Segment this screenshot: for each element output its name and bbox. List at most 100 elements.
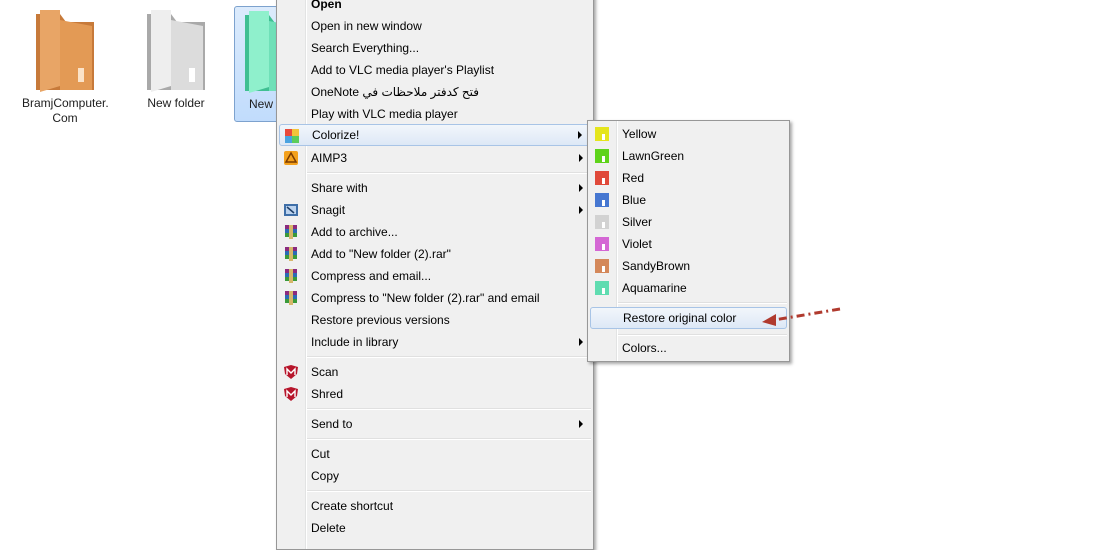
menu-item-compress-email[interactable]: Compress and email... — [279, 265, 591, 287]
menu-item-label: Silver — [622, 215, 653, 229]
menu-item-label: Cut — [311, 447, 330, 461]
menu-item-label: Open — [311, 0, 342, 11]
mcafee-icon — [284, 365, 298, 379]
submenu-arrow-icon — [579, 206, 583, 214]
menu-item-onenote[interactable]: OneNote فتح كدفتر ملاحظات في — [279, 81, 591, 103]
menu-item-copy[interactable]: Copy — [279, 465, 591, 487]
color-option-sandybrown[interactable]: SandyBrown — [590, 255, 787, 277]
menu-item-label: Search Everything... — [311, 41, 420, 55]
menu-item-aimp3[interactable]: AIMP3 — [279, 147, 591, 169]
menu-item-compress-rar-email[interactable]: Compress to "New folder (2).rar" and ema… — [279, 287, 591, 309]
folder-icon — [147, 10, 205, 92]
menu-item-label: Scan — [311, 365, 339, 379]
menu-item-label: OneNote فتح كدفتر ملاحظات في — [311, 85, 480, 99]
menu-item-label: Delete — [311, 521, 346, 535]
menu-item-play-vlc[interactable]: Play with VLC media player — [279, 103, 591, 125]
folder-color-icon — [595, 259, 609, 273]
menu-item-add-rar[interactable]: Add to "New folder (2).rar" — [279, 243, 591, 265]
folder-color-icon — [595, 237, 609, 251]
menu-item-label: Blue — [622, 193, 647, 207]
color-option-violet[interactable]: Violet — [590, 233, 787, 255]
desktop-item-label: BramjComputer. Com — [22, 96, 109, 125]
color-option-yellow[interactable]: Yellow — [590, 123, 787, 145]
winrar-icon — [285, 291, 297, 305]
menu-item-label: Add to "New folder (2).rar" — [311, 247, 451, 261]
menu-item-label: Include in library — [311, 335, 399, 349]
submenu-arrow-icon — [578, 131, 582, 139]
menu-item-label: Colors... — [622, 341, 667, 355]
colorize-icon — [285, 129, 299, 143]
menu-item-label: Compress to "New folder (2).rar" and ema… — [311, 291, 540, 305]
desktop-folder-new-folder[interactable]: New folder — [133, 6, 219, 122]
menu-item-label: Open in new window — [311, 19, 422, 33]
menu-separator — [307, 408, 591, 410]
menu-item-label: Yellow — [622, 127, 657, 141]
winrar-icon — [285, 225, 297, 239]
folder-color-icon — [595, 127, 609, 141]
menu-item-colorize[interactable]: Colorize! — [279, 124, 591, 146]
menu-item-label: AIMP3 — [311, 151, 348, 165]
menu-item-restore-versions[interactable]: Restore previous versions — [279, 309, 591, 331]
folder-color-icon — [595, 171, 609, 185]
menu-item-delete[interactable]: Delete — [279, 517, 591, 539]
menu-item-label: Aquamarine — [622, 281, 687, 295]
menu-separator — [618, 334, 787, 336]
menu-item-search-everything[interactable]: Search Everything... — [279, 37, 591, 59]
snagit-icon — [284, 204, 298, 216]
menu-item-label: Restore original color — [623, 311, 737, 325]
folder-color-icon — [595, 149, 609, 163]
desktop-folder-bramjcomputer[interactable]: BramjComputer. Com — [22, 6, 109, 125]
menu-item-include-library[interactable]: Include in library — [279, 331, 591, 353]
menu-item-open-new-window[interactable]: Open in new window — [279, 15, 591, 37]
menu-item-label: Red — [622, 171, 645, 185]
menu-item-send-to[interactable]: Send to — [279, 413, 591, 435]
menu-item-label: Restore previous versions — [311, 313, 450, 327]
aimp-icon — [284, 151, 298, 165]
color-option-silver[interactable]: Silver — [590, 211, 787, 233]
mcafee-icon — [284, 387, 298, 401]
menu-item-open[interactable]: Open — [279, 0, 591, 15]
menu-item-label: Play with VLC media player — [311, 107, 458, 121]
menu-item-vlc-playlist[interactable]: Add to VLC media player's Playlist — [279, 59, 591, 81]
color-option-lawngreen[interactable]: LawnGreen — [590, 145, 787, 167]
menu-separator — [307, 490, 591, 492]
menu-separator — [307, 172, 591, 174]
menu-item-label: SandyBrown — [622, 259, 691, 273]
menu-item-label: Copy — [311, 469, 340, 483]
folder-color-icon — [595, 215, 609, 229]
winrar-icon — [285, 247, 297, 261]
menu-item-label: LawnGreen — [622, 149, 685, 163]
folder-color-icon — [595, 281, 609, 295]
context-menu: Open Open in new window Search Everythin… — [276, 0, 594, 550]
menu-item-share-with[interactable]: Share with — [279, 177, 591, 199]
color-option-blue[interactable]: Blue — [590, 189, 787, 211]
menu-item-shred[interactable]: Shred — [279, 383, 591, 405]
menu-item-snagit[interactable]: Snagit — [279, 199, 591, 221]
menu-item-label: Create shortcut — [311, 499, 394, 513]
menu-item-cut[interactable]: Cut — [279, 443, 591, 465]
menu-item-scan[interactable]: Scan — [279, 361, 591, 383]
menu-item-label: Compress and email... — [311, 269, 432, 283]
annotation-arrow-icon — [762, 307, 841, 326]
folder-color-icon — [595, 193, 609, 207]
menu-item-add-archive[interactable]: Add to archive... — [279, 221, 591, 243]
color-option-aquamarine[interactable]: Aquamarine — [590, 277, 787, 299]
menu-item-create-shortcut[interactable]: Create shortcut — [279, 495, 591, 517]
menu-item-label: Send to — [311, 417, 353, 431]
menu-item-label: Add to VLC media player's Playlist — [311, 63, 495, 77]
submenu-arrow-icon — [579, 338, 583, 346]
menu-item-label: Snagit — [311, 203, 346, 217]
menu-item-label: Violet — [622, 237, 652, 251]
folder-icon — [36, 10, 94, 92]
menu-item-label: Share with — [311, 181, 368, 195]
menu-item-label: Add to archive... — [311, 225, 398, 239]
menu-separator — [307, 356, 591, 358]
menu-item-label: Colorize! — [312, 128, 360, 142]
submenu-arrow-icon — [579, 184, 583, 192]
menu-separator — [307, 438, 591, 440]
color-option-red[interactable]: Red — [590, 167, 787, 189]
menu-item-label: Shred — [311, 387, 344, 401]
menu-item-colors[interactable]: Colors... — [590, 337, 787, 359]
winrar-icon — [285, 269, 297, 283]
submenu-arrow-icon — [579, 420, 583, 428]
